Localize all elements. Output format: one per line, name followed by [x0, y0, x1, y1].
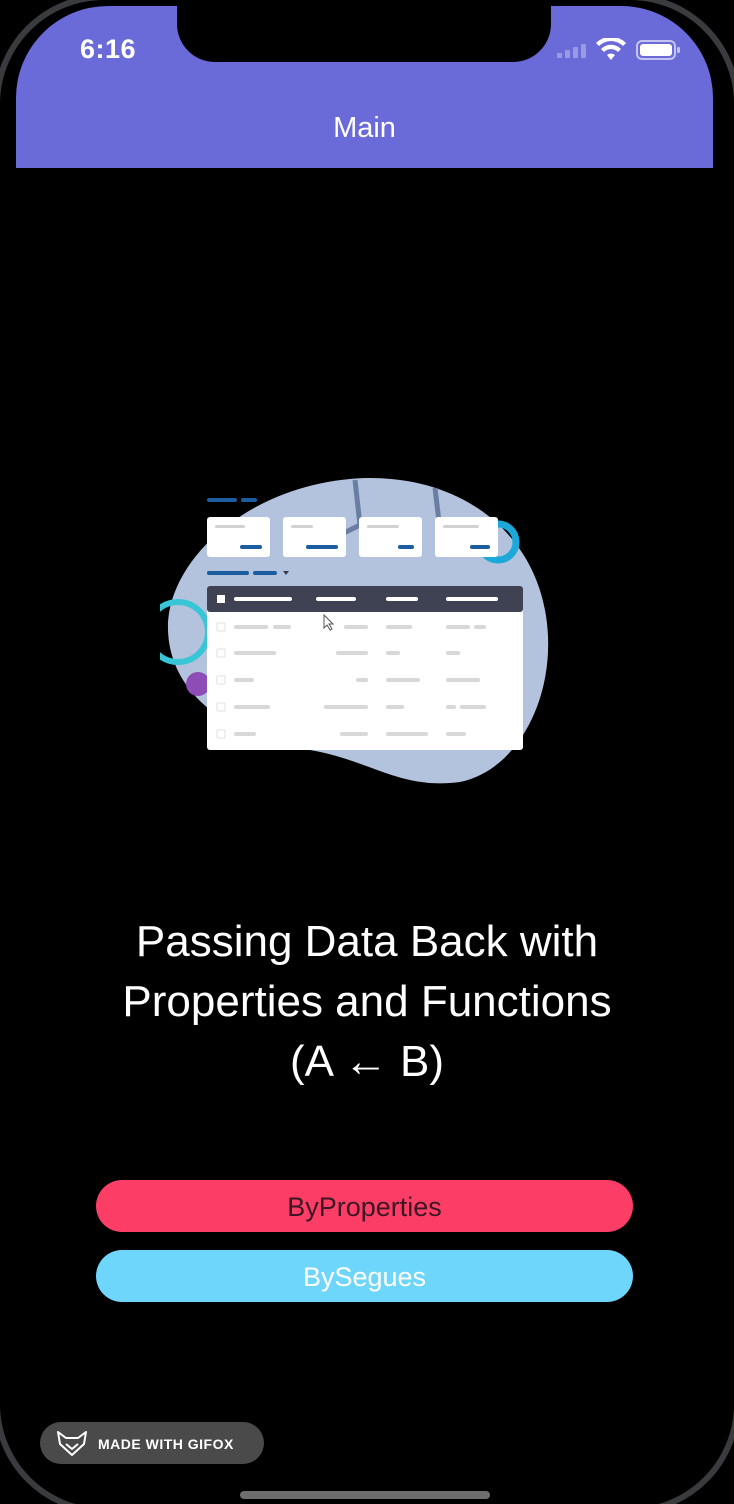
headline-text: Passing Data Back with Properties and Fu… — [40, 912, 694, 1092]
data-table-illustration — [160, 477, 549, 784]
headline-line-3: (A ← B) — [289, 1037, 445, 1086]
battery-icon — [636, 40, 680, 60]
app-screen: 6:16 Main Passing Data Back with Propert… — [0, 0, 734, 1504]
by-segues-button[interactable]: BySegues — [96, 1250, 633, 1302]
gifox-label: MADE WITH GIFOX — [98, 1436, 234, 1452]
device-notch — [177, 0, 551, 62]
cellular-signal-icon — [557, 44, 586, 58]
home-indicator[interactable] — [240, 1491, 490, 1499]
status-time: 6:16 — [80, 34, 137, 64]
gifox-watermark: MADE WITH GIFOX — [40, 1422, 264, 1464]
headline-line-1: Passing Data Back with — [135, 917, 599, 966]
by-properties-button[interactable]: ByProperties — [96, 1180, 633, 1232]
headline-line-2: Properties and Functions — [122, 977, 612, 1026]
fox-logo-icon — [57, 1431, 87, 1456]
nav-title: Main — [333, 112, 396, 144]
wifi-icon — [596, 38, 626, 60]
